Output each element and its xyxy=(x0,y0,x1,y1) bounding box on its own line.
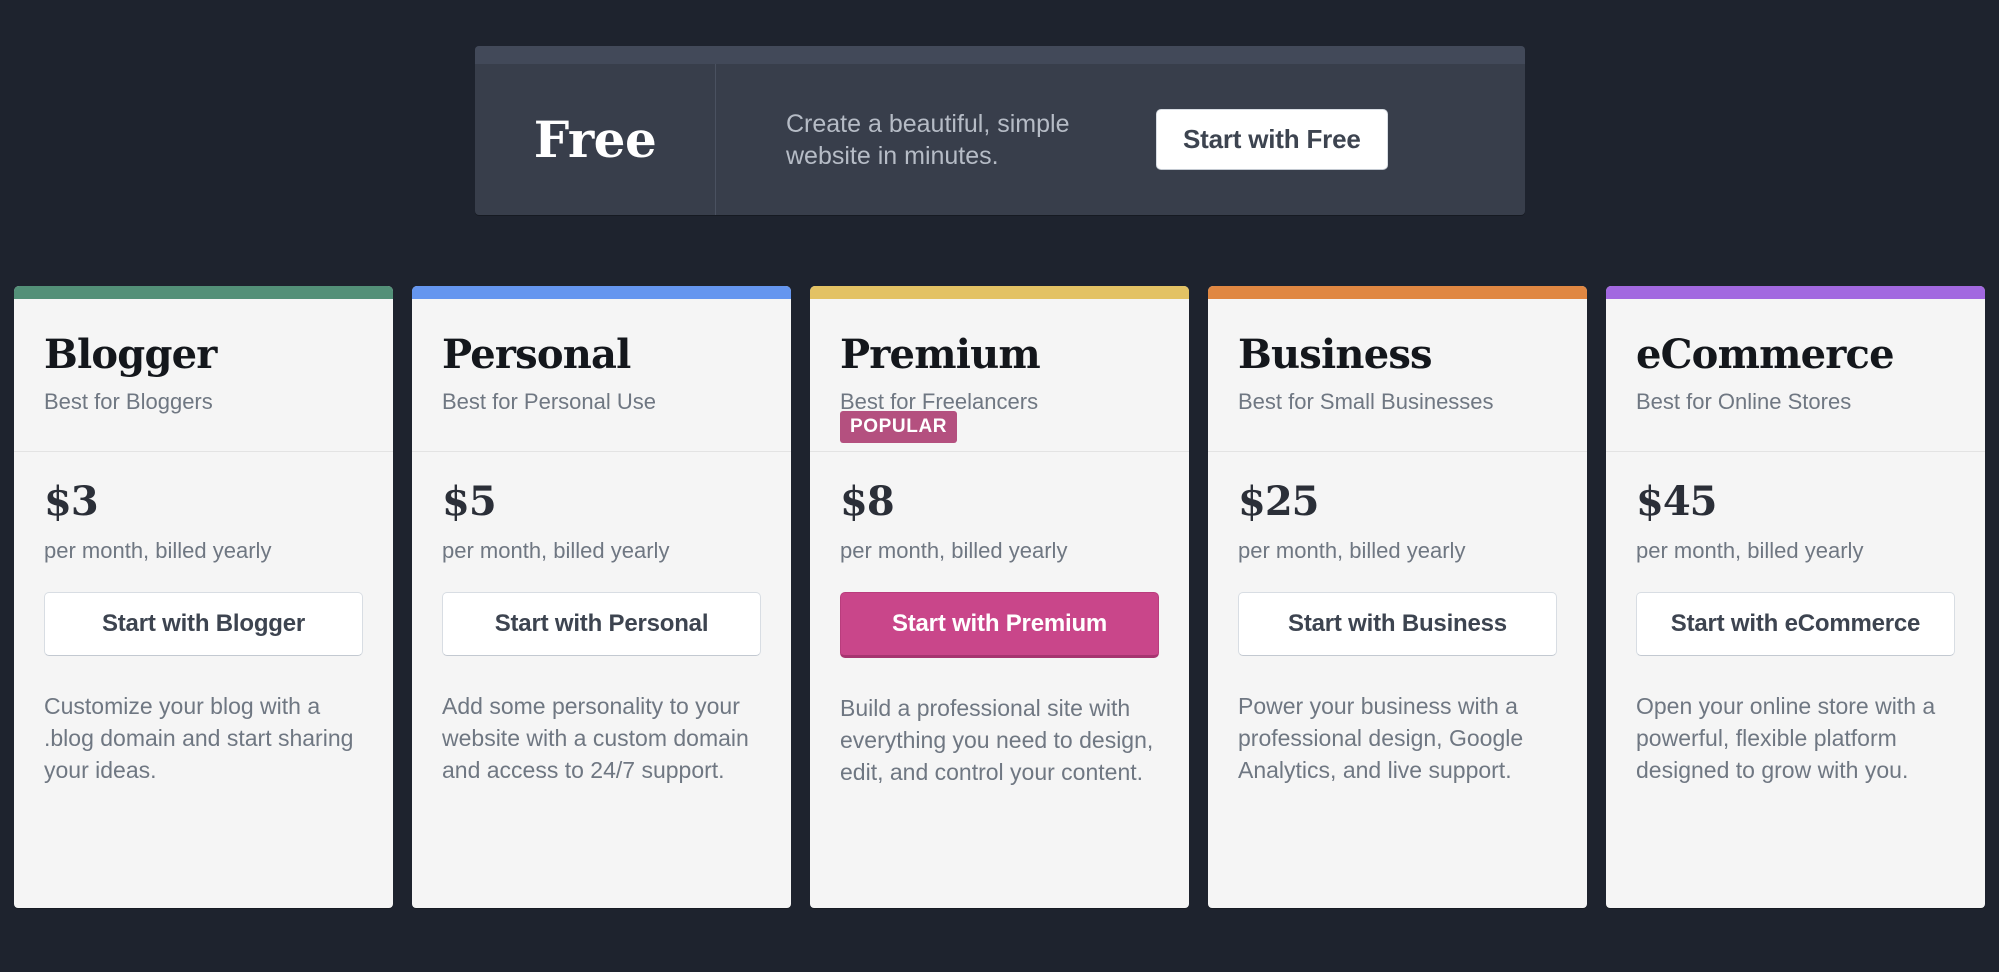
plan-header-spacer xyxy=(1636,415,1955,451)
plan-cta-wrap: Start with eCommerce xyxy=(1606,564,1985,656)
plan-header: eCommerce Best for Online Stores xyxy=(1606,299,1985,451)
plan-cta-wrap: Start with Business xyxy=(1208,564,1587,656)
plan-billing-period: per month, billed yearly xyxy=(442,538,670,563)
plan-card-ecommerce: eCommerce Best for Online Stores $45 per… xyxy=(1606,286,1985,908)
plan-accent-bar xyxy=(1208,286,1587,299)
plan-divider xyxy=(1606,451,1985,452)
plan-billing-period: per month, billed yearly xyxy=(1636,538,1864,563)
plan-name: Premium xyxy=(840,331,1041,378)
plan-header-spacer xyxy=(442,415,761,451)
plan-billing-period: per month, billed yearly xyxy=(44,538,272,563)
plan-name: Blogger xyxy=(44,331,217,378)
plan-tagline: Best for Small Businesses xyxy=(1238,389,1494,414)
plan-divider xyxy=(810,451,1189,452)
plan-card-personal: Personal Best for Personal Use $5 per mo… xyxy=(412,286,791,908)
plan-name: eCommerce xyxy=(1636,331,1895,378)
start-with-blogger-button[interactable]: Start with Blogger xyxy=(44,592,363,656)
plan-card-premium: Premium Best for Freelancers POPULAR $8 … xyxy=(810,286,1189,908)
plan-price: $8 xyxy=(840,478,895,525)
popular-badge-row: POPULAR xyxy=(840,411,958,443)
plan-header: Blogger Best for Bloggers xyxy=(14,299,393,451)
plan-accent-bar xyxy=(1606,286,1985,299)
plan-price: $5 xyxy=(442,478,497,525)
plan-price: $3 xyxy=(44,478,99,525)
plan-cta-wrap: Start with Premium xyxy=(810,564,1189,658)
plan-name: Personal xyxy=(442,331,631,378)
plan-price-block: $25 per month, billed yearly xyxy=(1208,452,1587,564)
start-with-personal-button[interactable]: Start with Personal xyxy=(442,592,761,656)
plan-card-business: Business Best for Small Businesses $25 p… xyxy=(1208,286,1587,908)
plan-divider xyxy=(1208,451,1587,452)
plan-divider xyxy=(412,451,791,452)
status-badge-popular: POPULAR xyxy=(840,411,958,443)
start-with-business-button[interactable]: Start with Business xyxy=(1238,592,1557,656)
start-with-free-button[interactable]: Start with Free xyxy=(1156,109,1388,170)
banner-description: Create a beautiful, simple website in mi… xyxy=(786,109,1070,170)
plan-price: $45 xyxy=(1636,478,1718,525)
plan-accent-bar xyxy=(810,286,1189,299)
pricing-plan-grid: Blogger Best for Bloggers $3 per month, … xyxy=(14,286,1985,908)
plan-accent-bar xyxy=(14,286,393,299)
banner-plan-name: Free xyxy=(533,110,657,169)
plan-description: Power your business with a professional … xyxy=(1238,693,1524,784)
plan-cta-wrap: Start with Blogger xyxy=(14,564,393,656)
plan-tagline: Best for Online Stores xyxy=(1636,389,1852,414)
plan-card-blogger: Blogger Best for Bloggers $3 per month, … xyxy=(14,286,393,908)
plan-billing-period: per month, billed yearly xyxy=(840,538,1068,563)
plan-divider xyxy=(14,451,393,452)
plan-price-block: $5 per month, billed yearly xyxy=(412,452,791,564)
plan-price: $25 xyxy=(1238,478,1320,525)
plan-header: Personal Best for Personal Use xyxy=(412,299,791,451)
plan-description: Customize your blog with a .blog domain … xyxy=(44,693,354,784)
plan-name: Business xyxy=(1238,331,1433,378)
plan-header: Business Best for Small Businesses xyxy=(1208,299,1587,451)
plan-description: Open your online store with a powerful, … xyxy=(1636,693,1936,784)
plan-header-spacer xyxy=(1238,415,1557,451)
plan-price-block: $8 per month, billed yearly xyxy=(810,452,1189,564)
plan-cta-wrap: Start with Personal xyxy=(412,564,791,656)
free-plan-banner: Free Create a beautiful, simple website … xyxy=(475,46,1525,215)
banner-body: Free Create a beautiful, simple website … xyxy=(475,46,1525,215)
plan-billing-period: per month, billed yearly xyxy=(1238,538,1466,563)
banner-cta-wrap: Start with Free xyxy=(1116,109,1448,170)
banner-name-cell: Free xyxy=(475,64,716,215)
start-with-premium-button[interactable]: Start with Premium xyxy=(840,592,1159,658)
plan-description: Build a professional site with everythin… xyxy=(840,695,1154,786)
plan-tagline: Best for Personal Use xyxy=(442,389,656,414)
banner-accent-bar xyxy=(475,46,1525,64)
plan-price-block: $45 per month, billed yearly xyxy=(1606,452,1985,564)
plan-header-spacer xyxy=(44,415,363,451)
plan-accent-bar xyxy=(412,286,791,299)
plan-tagline: Best for Bloggers xyxy=(44,389,213,414)
plan-price-block: $3 per month, billed yearly xyxy=(14,452,393,564)
start-with-ecommerce-button[interactable]: Start with eCommerce xyxy=(1636,592,1955,656)
plan-header: Premium Best for Freelancers POPULAR xyxy=(810,299,1189,451)
plan-description: Add some personality to your website wit… xyxy=(442,693,749,784)
